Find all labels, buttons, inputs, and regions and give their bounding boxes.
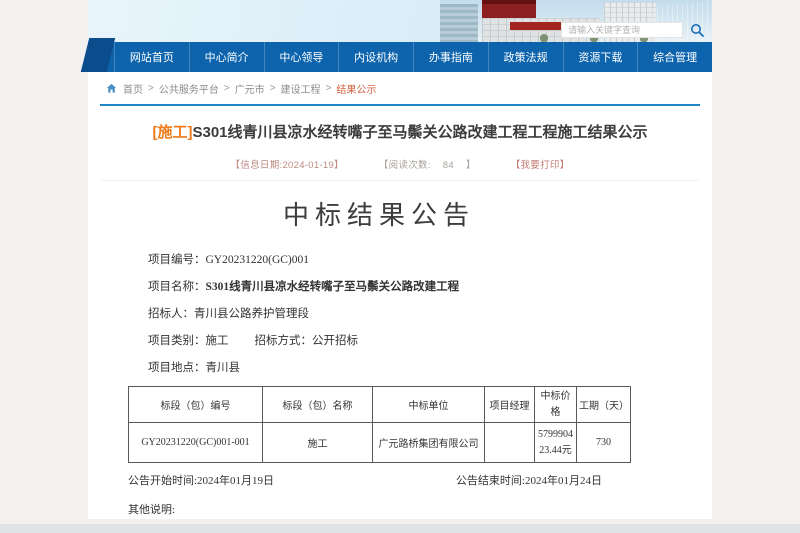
page-bottom-band (0, 524, 800, 533)
building-glass (440, 4, 478, 42)
view-count: 【阅读次数: 84 】 (379, 160, 476, 171)
field-label: 项目地点： (148, 362, 206, 374)
cell-section-number: GY20231220(GC)001-001 (129, 423, 263, 463)
nav-item-guide[interactable]: 办事指南 (413, 42, 488, 72)
breadcrumb-item-platform[interactable]: 公共服务平台 (159, 81, 219, 96)
article-meta: 【信息日期:2024-01-19】 【阅读次数: 84 】 【我要打印】 (88, 157, 712, 171)
field-category-method: 项目类别：施工 招标方式：公开招标 (148, 332, 630, 348)
home-icon (106, 83, 117, 94)
notice-period: 公告开始时间:2024年01月19日 公告结束时间:2024年01月24日 (128, 472, 630, 488)
header-banner (88, 0, 712, 42)
breadcrumb-separator: > (148, 83, 154, 94)
view-count-value: 84 (443, 160, 454, 171)
field-value: S301线青川县凉水经转嘴子至马鬃关公路改建工程 (206, 281, 460, 293)
field-project-number: 项目编号：GY20231220(GC)001 (148, 251, 630, 267)
notice-start-time: 公告开始时间:2024年01月19日 (128, 472, 274, 488)
announcement-heading: 中标结果公告 (128, 195, 630, 232)
field-value: 青川县公路养护管理段 (194, 308, 309, 320)
field-label: 项目编号： (148, 254, 206, 266)
article-title: [施工]S301线青川县凉水经转嘴子至马鬃关公路改建工程工程施工结果公示 (118, 121, 682, 144)
other-notes: 其他说明: (128, 501, 630, 517)
field-label: 招标方式： (255, 335, 313, 347)
info-date: 【信息日期:2024-01-19】 (231, 160, 344, 171)
field-project-name: 项目名称：S301线青川县凉水经转嘴子至马鬃关公路改建工程 (148, 278, 630, 294)
breadcrumb-separator: > (224, 83, 230, 94)
article-title-text: S301线青川县凉水经转嘴子至马鬃关公路改建工程工程施工结果公示 (192, 124, 647, 141)
search-icon[interactable] (690, 23, 704, 37)
table-row: GY20231220(GC)001-001 施工 广元路桥集团有限公司 5799… (129, 423, 631, 463)
field-value: 青川县 (206, 362, 241, 374)
search-input[interactable] (561, 22, 683, 38)
breadcrumb: 首页 > 公共服务平台 > 广元市 > 建设工程 > 结果公示 (88, 72, 712, 104)
nav-item-leaders[interactable]: 中心领导 (264, 42, 339, 72)
col-bid-price: 中标价格 (535, 387, 577, 423)
col-project-manager: 项目经理 (485, 387, 535, 423)
announcement-body: 中标结果公告 项目编号：GY20231220(GC)001 项目名称：S301线… (128, 195, 630, 517)
field-location: 项目地点：青川县 (148, 359, 630, 375)
page-container: 网站首页 中心简介 中心领导 内设机构 办事指南 政策法规 资源下载 综合管理 … (88, 0, 712, 519)
building-red-sign (482, 0, 536, 18)
nav-item-management[interactable]: 综合管理 (637, 42, 712, 72)
view-count-label: 【阅读次数: (379, 160, 431, 171)
field-tenderer: 招标人：青川县公路养护管理段 (148, 305, 630, 321)
tree (540, 34, 548, 42)
nav-item-home[interactable]: 网站首页 (114, 42, 189, 72)
nav-left-decoration (81, 38, 115, 72)
field-label: 招标人： (148, 308, 194, 320)
breadcrumb-item-home[interactable]: 首页 (123, 81, 143, 96)
cell-duration: 730 (577, 423, 631, 463)
cell-section-name: 施工 (263, 423, 373, 463)
building-red-banner (510, 22, 562, 30)
notice-end-time: 公告结束时间:2024年01月24日 (456, 472, 602, 488)
nav-item-policies[interactable]: 政策法规 (488, 42, 563, 72)
breadcrumb-item-results-current: 结果公示 (336, 81, 376, 96)
col-duration: 工期（天） (577, 387, 631, 423)
cell-winning-bidder: 广元路桥集团有限公司 (373, 423, 485, 463)
col-section-number: 标段（包）编号 (129, 387, 263, 423)
nav-item-departments[interactable]: 内设机构 (338, 42, 413, 72)
col-section-name: 标段（包）名称 (263, 387, 373, 423)
nav-item-about[interactable]: 中心简介 (189, 42, 264, 72)
search-bar (561, 22, 704, 38)
print-button[interactable]: 【我要打印】 (511, 160, 570, 171)
field-value: 施工 (206, 335, 229, 347)
cell-bid-price: 579990423.44元 (535, 423, 577, 463)
breadcrumb-item-city[interactable]: 广元市 (235, 81, 265, 96)
cell-project-manager (485, 423, 535, 463)
nav-item-downloads[interactable]: 资源下载 (563, 42, 638, 72)
field-value: 公开招标 (312, 335, 358, 347)
meta-divider (102, 180, 698, 181)
breadcrumb-separator: > (326, 83, 332, 94)
field-label: 项目类别： (148, 335, 206, 347)
field-value: GY20231220(GC)001 (206, 254, 310, 266)
article-category-tag: [施工] (152, 124, 192, 141)
breadcrumb-divider (100, 104, 700, 106)
bid-result-table: 标段（包）编号 标段（包）名称 中标单位 项目经理 中标价格 工期（天） GY2… (128, 386, 631, 463)
main-nav: 网站首页 中心简介 中心领导 内设机构 办事指南 政策法规 资源下载 综合管理 (88, 42, 712, 72)
breadcrumb-item-construction[interactable]: 建设工程 (281, 81, 321, 96)
field-label: 项目名称： (148, 281, 206, 293)
col-winning-bidder: 中标单位 (373, 387, 485, 423)
table-header-row: 标段（包）编号 标段（包）名称 中标单位 项目经理 中标价格 工期（天） (129, 387, 631, 423)
view-count-close: 】 (466, 160, 476, 171)
breadcrumb-separator: > (270, 83, 276, 94)
